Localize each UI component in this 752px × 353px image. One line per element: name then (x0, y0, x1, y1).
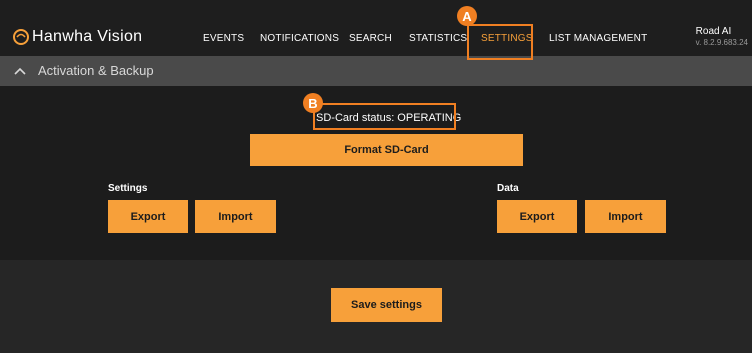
nav-item-events[interactable]: EVENTS (203, 33, 244, 44)
chevron-up-icon[interactable] (13, 64, 27, 78)
settings-export-button[interactable]: Export (108, 200, 188, 233)
callout-a-highlight (467, 24, 533, 60)
top-navigation-bar: Hanwha Vision EVENTS NOTIFICATIONS SEARC… (0, 0, 752, 56)
data-import-button[interactable]: Import (585, 200, 666, 233)
data-group-label: Data (497, 183, 519, 194)
hanwha-logo-icon (13, 29, 29, 45)
section-title: Activation & Backup (38, 63, 154, 78)
version-label: v. 8.2.9.683.24 (695, 38, 748, 47)
user-name: Road AI (695, 26, 732, 37)
nav-item-notifications[interactable]: NOTIFICATIONS (260, 33, 339, 44)
nav-item-list-management[interactable]: LIST MANAGEMENT (549, 33, 647, 44)
nav-item-search[interactable]: SEARCH (349, 33, 392, 44)
callout-a-badge: A (457, 6, 477, 26)
settings-group-label: Settings (108, 183, 148, 194)
callout-b-highlight (313, 103, 456, 130)
section-header[interactable]: Activation & Backup (0, 56, 752, 86)
save-settings-button[interactable]: Save settings (331, 288, 442, 322)
settings-import-button[interactable]: Import (195, 200, 276, 233)
brand-name: Hanwha Vision (32, 28, 143, 45)
format-sd-card-button[interactable]: Format SD-Card (250, 134, 523, 166)
data-export-button[interactable]: Export (497, 200, 577, 233)
nav-item-statistics[interactable]: STATISTICS (409, 33, 467, 44)
callout-b-badge: B (303, 93, 323, 113)
brand-logo[interactable]: Hanwha Vision (12, 28, 142, 46)
user-info[interactable]: Road AI v. 8.2.9.683.24 (696, 26, 748, 47)
